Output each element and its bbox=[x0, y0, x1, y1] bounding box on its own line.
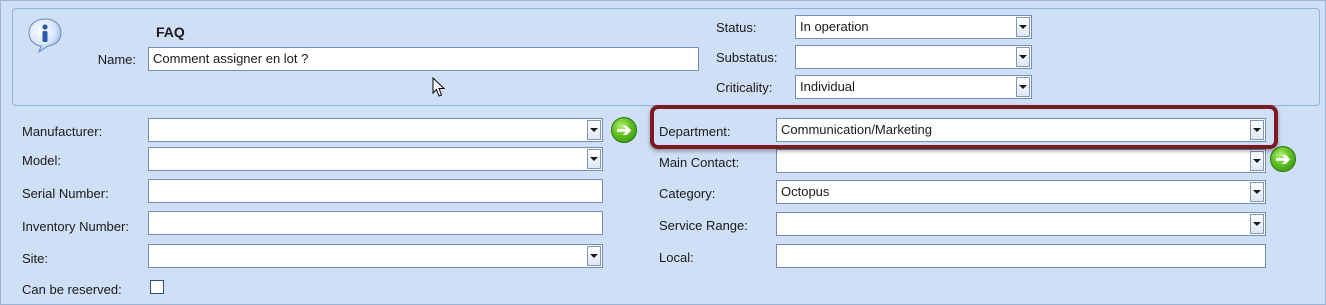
name-label: Name: bbox=[97, 52, 136, 67]
service-range-dropdown[interactable] bbox=[776, 212, 1266, 236]
site-dropdown[interactable] bbox=[148, 244, 603, 268]
can-be-reserved-label: Can be reserved: bbox=[22, 282, 122, 297]
category-dropdown[interactable]: Octopus bbox=[776, 180, 1266, 204]
serial-number-field[interactable] bbox=[148, 179, 603, 203]
substatus-label: Substatus: bbox=[716, 50, 778, 65]
chevron-down-icon[interactable] bbox=[587, 246, 601, 266]
serial-number-label: Serial Number: bbox=[22, 186, 109, 201]
chevron-down-icon[interactable] bbox=[587, 149, 601, 169]
main-contact-label: Main Contact: bbox=[659, 155, 740, 170]
manufacturer-go-button[interactable]: ➔ bbox=[611, 117, 637, 143]
criticality-dropdown[interactable]: Individual bbox=[795, 75, 1032, 99]
can-be-reserved-checkbox[interactable] bbox=[150, 280, 164, 294]
manufacturer-dropdown[interactable] bbox=[148, 118, 603, 142]
status-dropdown[interactable]: In operation bbox=[795, 15, 1032, 39]
chevron-down-icon[interactable] bbox=[587, 120, 601, 140]
main-contact-dropdown[interactable] bbox=[776, 149, 1266, 173]
chevron-down-icon[interactable] bbox=[1250, 214, 1264, 234]
mouse-cursor-icon bbox=[432, 77, 446, 97]
local-label: Local: bbox=[659, 250, 694, 265]
chevron-down-icon[interactable] bbox=[1016, 47, 1030, 67]
chevron-down-icon[interactable] bbox=[1016, 17, 1030, 37]
arrow-right-icon: ➔ bbox=[616, 120, 632, 140]
site-label: Site: bbox=[22, 251, 49, 266]
department-highlight-box bbox=[650, 105, 1278, 149]
service-range-label: Service Range: bbox=[659, 218, 748, 233]
chevron-down-icon[interactable] bbox=[1250, 182, 1264, 202]
criticality-value: Individual bbox=[800, 79, 855, 94]
name-field[interactable]: Comment assigner en lot ? bbox=[148, 47, 699, 71]
category-label: Category: bbox=[659, 186, 716, 201]
status-value: In operation bbox=[800, 19, 869, 34]
manufacturer-label: Manufacturer: bbox=[22, 124, 103, 139]
model-label: Model: bbox=[22, 153, 62, 168]
inventory-number-label: Inventory Number: bbox=[22, 219, 129, 234]
local-field[interactable] bbox=[776, 244, 1266, 268]
arrow-right-icon: ➔ bbox=[1275, 149, 1291, 169]
model-dropdown[interactable] bbox=[148, 147, 603, 171]
substatus-dropdown[interactable] bbox=[795, 45, 1032, 69]
category-value: Octopus bbox=[781, 184, 830, 199]
chevron-down-icon[interactable] bbox=[1016, 77, 1030, 97]
inventory-number-field[interactable] bbox=[148, 211, 603, 235]
main-contact-go-button[interactable]: ➔ bbox=[1270, 146, 1296, 172]
status-label: Status: bbox=[716, 20, 757, 35]
page-title: FAQ bbox=[156, 24, 185, 40]
criticality-label: Criticality: bbox=[716, 80, 773, 95]
chevron-down-icon[interactable] bbox=[1250, 151, 1264, 171]
info-icon bbox=[28, 18, 62, 54]
